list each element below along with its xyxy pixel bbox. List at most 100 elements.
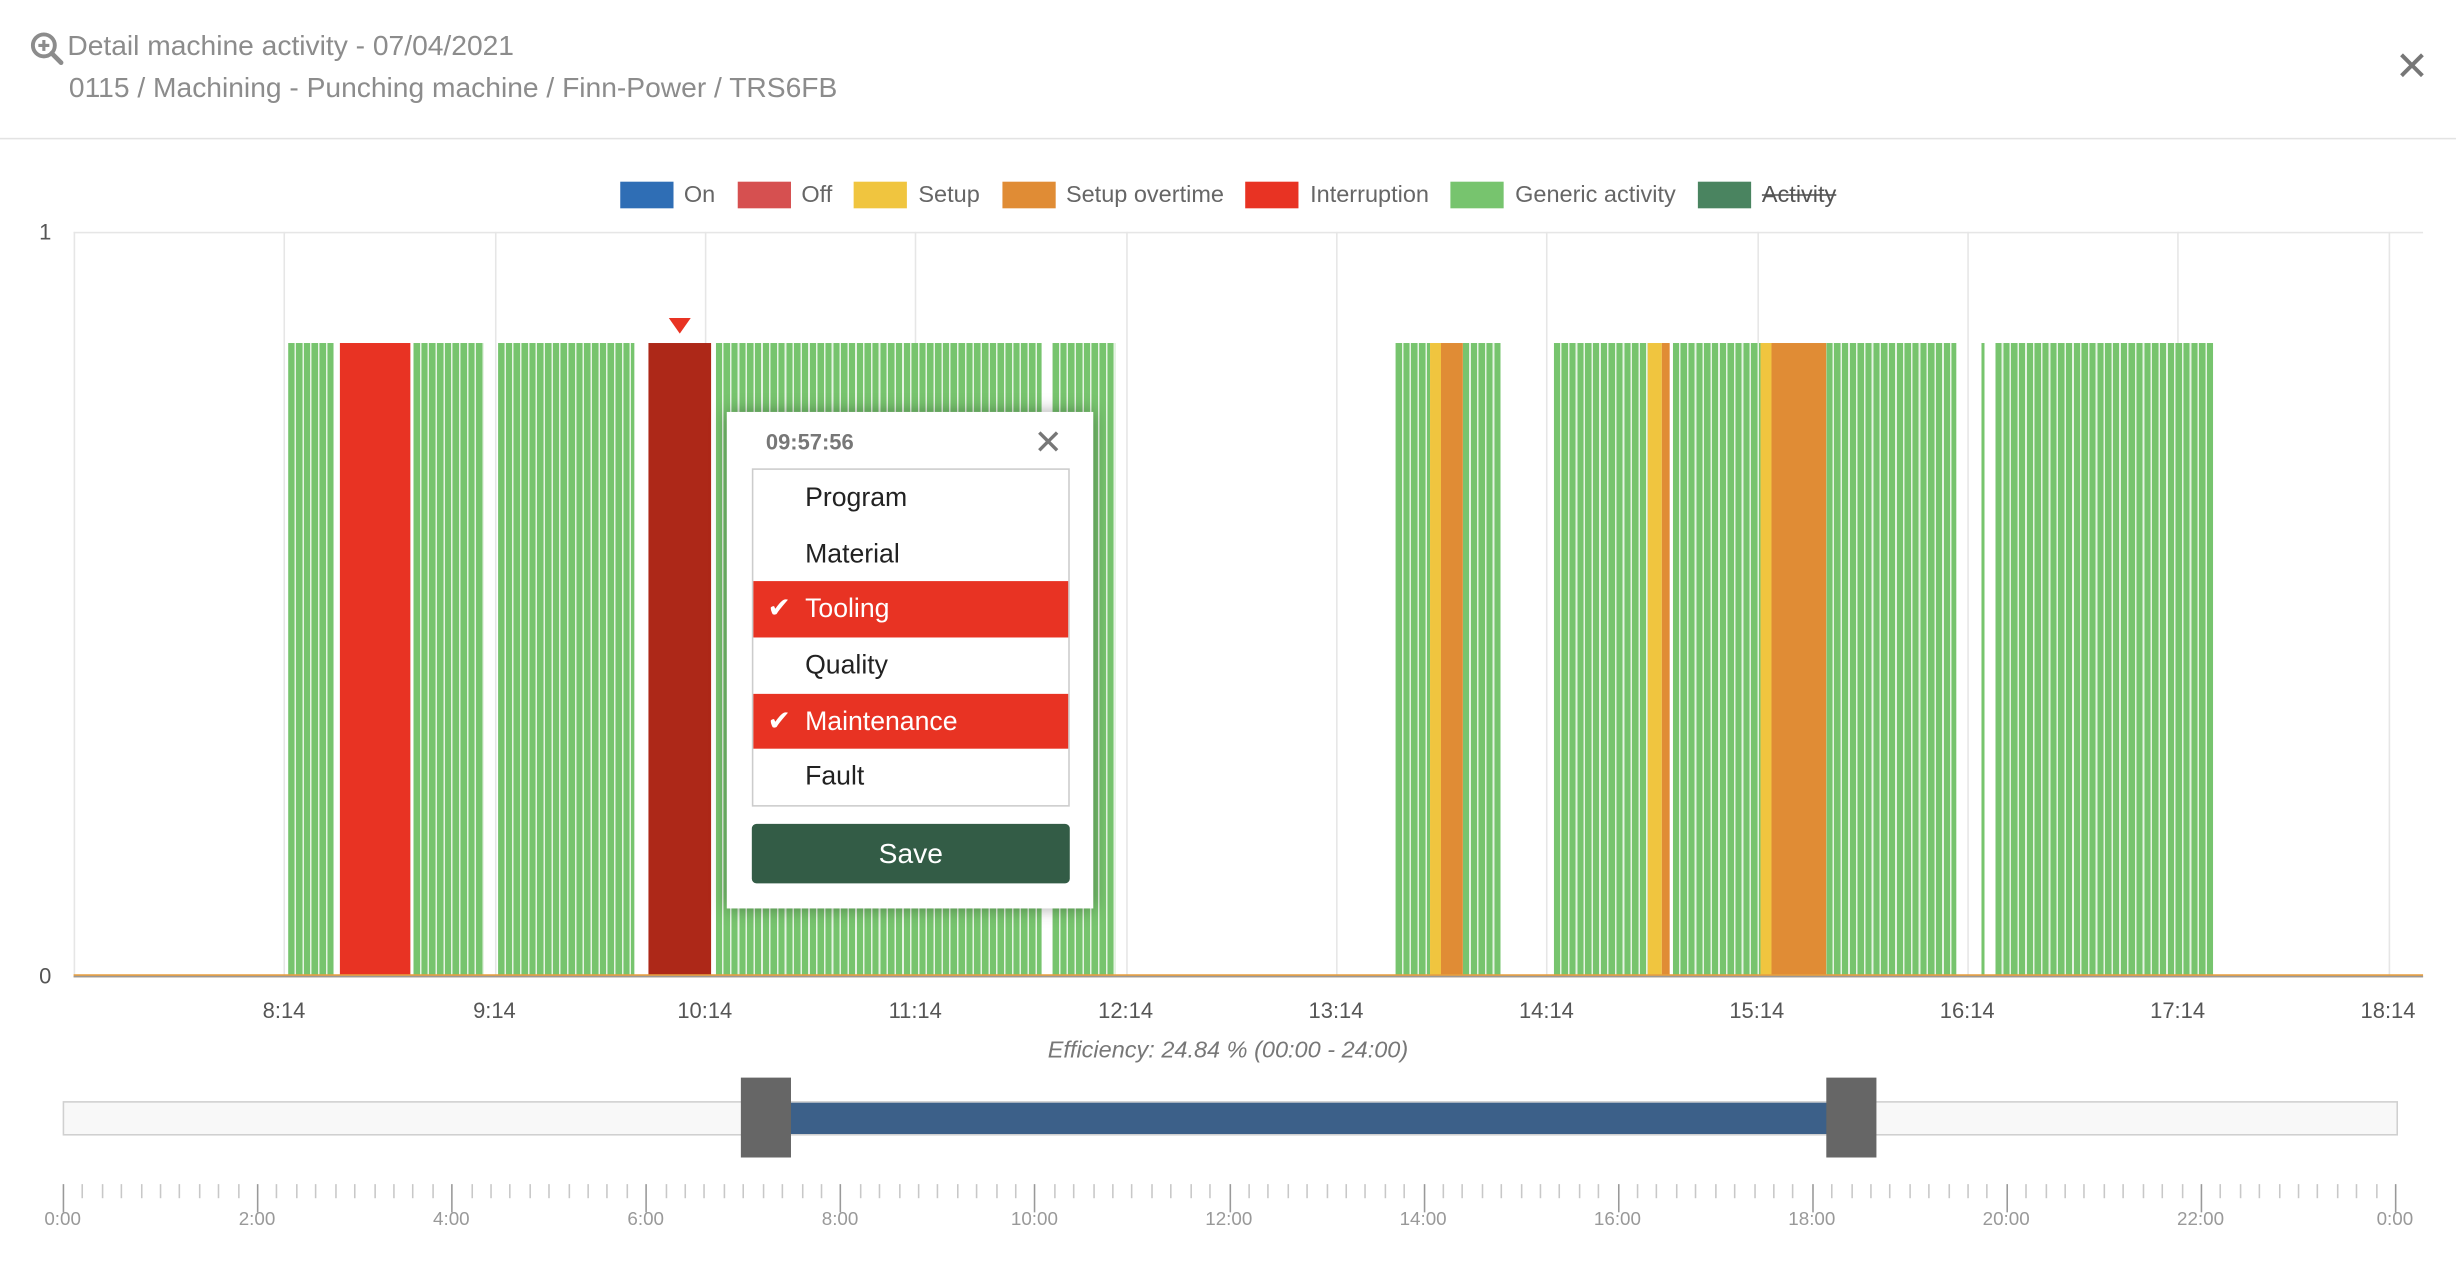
popup-time: 09:57:56 (765, 429, 854, 455)
x-tick-label: 9:14 (473, 997, 516, 1023)
activity-bar[interactable] (1648, 343, 1663, 976)
ruler-tick (470, 1184, 473, 1199)
ruler-tick (1559, 1184, 1561, 1199)
ruler-tick (179, 1184, 181, 1199)
ruler-tick (237, 1184, 240, 1199)
x-gridline (1967, 231, 1969, 976)
ruler-label: 6:00 (627, 1207, 665, 1230)
activity-bar[interactable] (1672, 343, 1761, 976)
ruler-tick (1986, 1184, 1989, 1199)
activity-bar[interactable] (1395, 343, 1431, 976)
ruler-tick (781, 1184, 784, 1199)
reason-option[interactable]: Fault (753, 749, 1068, 805)
ruler-tick (1364, 1184, 1367, 1199)
ruler-tick (1403, 1184, 1406, 1199)
ruler-tick (412, 1184, 415, 1199)
activity-bar[interactable] (413, 343, 484, 976)
reason-option[interactable]: Quality (753, 638, 1068, 694)
ruler-tick (665, 1184, 667, 1199)
ruler-tick (1831, 1184, 1833, 1199)
x-gridline (1546, 231, 1548, 976)
ruler-tick (1656, 1184, 1658, 1199)
ruler-tick (1189, 1184, 1192, 1199)
ruler-tick (529, 1184, 531, 1199)
ruler-tick (1539, 1184, 1542, 1199)
reason-label: Program (805, 482, 908, 513)
efficiency-label: Efficiency: 24.84 % (00:00 - 24:00) (1047, 1036, 1409, 1064)
reason-option[interactable]: Material (753, 526, 1068, 582)
ruler-tick (218, 1184, 220, 1199)
activity-bar[interactable] (1770, 343, 1827, 976)
activity-bar[interactable] (1430, 343, 1442, 976)
activity-chart[interactable]: 8:14 9:14 10:14 11:14 12:14 13:14 14:14 15:14 16… (0, 0, 2456, 1270)
save-button[interactable]: Save (751, 823, 1070, 884)
reason-label: Quality (805, 650, 888, 680)
ruler-label: 18:00 (1788, 1207, 1836, 1230)
activity-bar[interactable] (1662, 343, 1670, 976)
ruler-tick (1345, 1184, 1347, 1199)
range-slider-end-handle[interactable] (1825, 1077, 1876, 1158)
ruler-tick (1714, 1184, 1717, 1199)
activity-bar[interactable] (1995, 343, 2213, 976)
reason-label: Maintenance (805, 706, 958, 736)
x-gridline (284, 231, 286, 976)
ruler-tick (1753, 1184, 1756, 1199)
ruler-tick (762, 1184, 764, 1199)
activity-bar[interactable] (1441, 343, 1463, 976)
close-icon[interactable]: ✕ (1034, 423, 1063, 464)
ruler-label: 20:00 (1982, 1207, 2030, 1230)
ruler-tick (1636, 1184, 1639, 1199)
reason-option[interactable]: ✔ Maintenance (753, 693, 1069, 750)
activity-bar[interactable] (340, 343, 411, 976)
activity-bar[interactable] (1760, 343, 1771, 976)
ruler-tick (2103, 1184, 2105, 1199)
ruler-label: 16:00 (1593, 1207, 1641, 1230)
ruler-tick (2375, 1184, 2377, 1199)
ruler-tick (1306, 1184, 1309, 1199)
ruler-tick (956, 1184, 959, 1199)
ruler-tick (1850, 1184, 1853, 1199)
x-tick-label: 16:14 (1939, 997, 1995, 1023)
ruler-tick (315, 1184, 317, 1199)
ruler-tick (1461, 1184, 1464, 1199)
ruler-tick (1325, 1184, 1328, 1199)
activity-bar[interactable] (1826, 343, 1957, 976)
ruler-tick (140, 1184, 142, 1199)
selected-activity-bar[interactable] (648, 343, 712, 976)
ruler-tick (1131, 1184, 1134, 1199)
ruler-tick (548, 1184, 551, 1199)
range-slider-start-handle[interactable] (740, 1077, 791, 1158)
ruler-tick (1092, 1184, 1095, 1199)
check-icon: ✔ (767, 704, 792, 736)
range-slider-selection[interactable] (765, 1102, 1851, 1135)
ruler-tick (354, 1184, 356, 1199)
ruler-tick (2355, 1184, 2358, 1199)
ruler-tick (334, 1184, 337, 1199)
ruler-tick (704, 1184, 706, 1199)
reason-option[interactable]: ✔ Tooling (753, 581, 1069, 638)
reason-label: Fault (805, 761, 865, 792)
ruler-tick (995, 1184, 998, 1199)
ruler-tick (101, 1184, 104, 1199)
ruler-tick (1442, 1184, 1445, 1199)
ruler-tick (1248, 1184, 1250, 1199)
reason-option[interactable]: Program (753, 470, 1068, 526)
activity-bar[interactable] (497, 343, 635, 976)
ruler-tick (1695, 1184, 1697, 1199)
ruler-tick (198, 1184, 201, 1199)
ruler-tick (1384, 1184, 1386, 1199)
x-gridline (494, 231, 496, 976)
selected-marker-icon (669, 318, 692, 335)
ruler-tick (1520, 1184, 1522, 1199)
activity-bar[interactable] (1462, 343, 1501, 976)
x-tick-label: 13:14 (1308, 997, 1364, 1023)
activity-bar[interactable] (1553, 343, 1649, 976)
activity-bar[interactable] (1981, 343, 1985, 976)
reason-list: Program Material ✔ Tooling Quality ✔ Maintenan… (751, 468, 1070, 807)
x-gridline (1336, 231, 1338, 976)
ruler-tick (2239, 1184, 2241, 1199)
ruler-tick (2278, 1184, 2280, 1199)
ruler-tick (1967, 1184, 1969, 1199)
activity-bar[interactable] (287, 343, 334, 976)
ruler-tick (1734, 1184, 1736, 1199)
